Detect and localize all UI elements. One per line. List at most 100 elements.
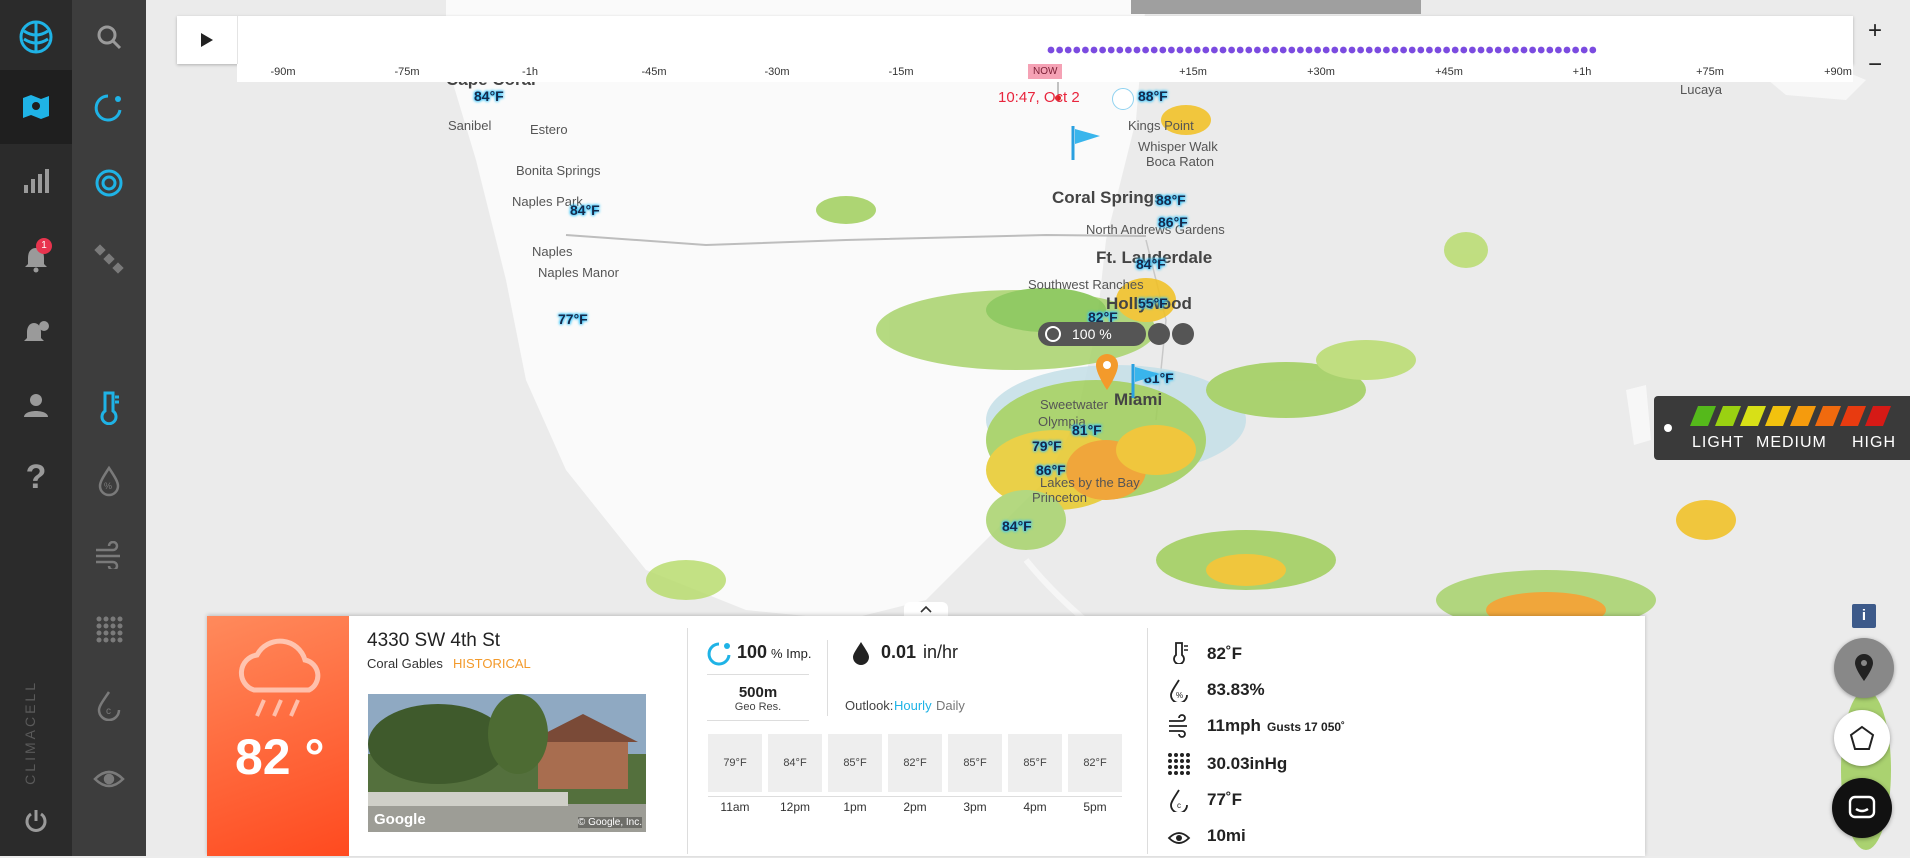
legend-medium-label: MEDIUM bbox=[1756, 434, 1827, 451]
hourly-time-label: 2pm bbox=[903, 800, 927, 814]
zoom-in-button[interactable]: + bbox=[1860, 16, 1890, 46]
temperature-label: 88°F bbox=[1138, 88, 1168, 104]
zoom-out-button[interactable]: − bbox=[1860, 50, 1890, 80]
stat-wind: 11mph bbox=[1207, 716, 1261, 735]
forecast-dot bbox=[1082, 46, 1089, 54]
notification-count-badge: 1 bbox=[36, 238, 52, 254]
alert-rules-icon[interactable] bbox=[0, 296, 72, 370]
legend-color-ramp bbox=[1690, 406, 1891, 426]
geo-res-label: Geo Res. bbox=[734, 701, 782, 713]
address-title: 4330 SW 4th St bbox=[367, 630, 501, 651]
search-icon[interactable] bbox=[72, 0, 146, 74]
hourly-temp-box: 82°F bbox=[888, 734, 942, 792]
forecast-dot bbox=[1469, 46, 1476, 54]
hourly-temp-box: 79°F bbox=[708, 734, 762, 792]
geo-res-divider bbox=[707, 720, 809, 721]
temperature-label: 77°F bbox=[558, 311, 588, 327]
forecast-dot bbox=[1219, 46, 1227, 54]
legend-swatch bbox=[1765, 406, 1791, 426]
info-button[interactable]: i bbox=[1852, 604, 1876, 628]
photo-copyright: © Google, Inc. bbox=[577, 817, 642, 828]
forecast-dot bbox=[1357, 46, 1364, 54]
forecast-dot bbox=[1374, 46, 1382, 54]
my-location-button[interactable] bbox=[1834, 638, 1894, 698]
wind-layer-icon[interactable] bbox=[72, 518, 146, 592]
panel-toggle[interactable] bbox=[904, 602, 948, 616]
alert-bell-icon[interactable] bbox=[1148, 323, 1170, 345]
hourly-time-label: 12pm bbox=[779, 800, 811, 814]
timeline-tick: +1h bbox=[1572, 66, 1592, 78]
timeline-tick: +15m bbox=[1179, 66, 1207, 78]
temperature-label: 84°F bbox=[570, 202, 600, 218]
pressure-layer-icon[interactable] bbox=[72, 592, 146, 666]
forecast-dot bbox=[1297, 46, 1304, 54]
climacell-logo-icon[interactable] bbox=[0, 0, 72, 74]
place-label: North Andrews Gardens bbox=[1086, 222, 1225, 237]
forecast-dot bbox=[1589, 46, 1597, 54]
polygon-icon bbox=[1849, 725, 1875, 750]
street-view-photo[interactable]: Google © Google, Inc. bbox=[368, 694, 646, 832]
humidity-icon: % bbox=[1170, 679, 1188, 702]
forecast-dot bbox=[1434, 46, 1442, 54]
city-name: Coral Gables bbox=[367, 656, 443, 671]
notifications-icon[interactable]: 1 bbox=[0, 222, 72, 296]
forecast-dot bbox=[1228, 46, 1235, 54]
flag-marker-icon[interactable] bbox=[1070, 124, 1104, 162]
place-label: Lucaya bbox=[1680, 82, 1722, 97]
chat-icon bbox=[1848, 795, 1876, 819]
hourly-temp-box: 82°F bbox=[1068, 734, 1122, 792]
help-icon[interactable]: ? bbox=[0, 440, 72, 514]
satellite-layer-icon[interactable] bbox=[72, 222, 146, 296]
wind-icon bbox=[1169, 714, 1187, 738]
humidity-layer-icon[interactable]: % bbox=[72, 444, 146, 518]
precipitation-layer-icon[interactable] bbox=[72, 70, 146, 144]
draw-polygon-button[interactable] bbox=[1834, 710, 1890, 766]
historical-label: HISTORICAL bbox=[453, 656, 531, 671]
forecast-dot bbox=[1211, 46, 1218, 54]
current-temperature: 82 ° bbox=[235, 729, 325, 785]
impact-value: 100 bbox=[737, 642, 768, 662]
flag-toggle-icon[interactable] bbox=[1172, 323, 1194, 345]
forecast-dot bbox=[1099, 46, 1106, 54]
dew-point-layer-icon[interactable]: c bbox=[72, 668, 146, 742]
calendar-icon[interactable] bbox=[1112, 88, 1134, 110]
forecast-dot bbox=[1254, 46, 1261, 54]
now-time: 10:47, Oct 2 bbox=[998, 89, 1080, 106]
brand-wordmark: CLIMACELL bbox=[22, 680, 38, 785]
chat-support-button[interactable] bbox=[1832, 778, 1892, 838]
timeline-bar[interactable] bbox=[177, 16, 1853, 64]
power-logout-icon[interactable] bbox=[0, 784, 72, 858]
outlook-daily-tab[interactable]: Daily bbox=[936, 698, 965, 713]
forecast-dot bbox=[1365, 46, 1373, 54]
analytics-icon[interactable] bbox=[0, 144, 72, 218]
forecast-dot bbox=[1580, 46, 1588, 54]
map-view-icon[interactable] bbox=[0, 70, 72, 144]
outlook-hourly-tab[interactable]: Hourly bbox=[894, 698, 932, 713]
location-pin-icon[interactable] bbox=[1094, 352, 1120, 392]
precip-value: 0.01 bbox=[881, 642, 917, 662]
now-tag[interactable]: NOW bbox=[1028, 64, 1063, 79]
place-label: Sanibel bbox=[448, 118, 492, 133]
chevron-up-icon bbox=[920, 605, 932, 613]
forecast-dot bbox=[1537, 46, 1545, 54]
radar-opacity-control[interactable]: 100 % bbox=[1038, 322, 1146, 346]
temperature-layer-icon[interactable] bbox=[72, 370, 146, 444]
weather-hero: 82 ° bbox=[207, 616, 349, 856]
forecast-dots bbox=[1047, 46, 1597, 54]
forecast-dot bbox=[1185, 46, 1192, 54]
forecast-dot bbox=[1503, 46, 1511, 54]
forecast-dot bbox=[1305, 46, 1313, 54]
hourly-time-label: 11am bbox=[720, 800, 750, 814]
place-label: Kings Point bbox=[1128, 118, 1194, 133]
visibility-layer-icon[interactable] bbox=[72, 742, 146, 816]
metric-divider bbox=[827, 640, 828, 716]
radar-opacity-value: 100 % bbox=[1072, 326, 1112, 342]
forecast-dot bbox=[1288, 46, 1296, 54]
forecast-dot bbox=[1494, 46, 1502, 54]
stat-humidity: 83.83% bbox=[1207, 680, 1265, 699]
play-button[interactable] bbox=[177, 16, 237, 64]
radar-layer-icon[interactable] bbox=[72, 146, 146, 220]
user-profile-icon[interactable] bbox=[0, 368, 72, 442]
flag-marker-icon[interactable] bbox=[1130, 362, 1164, 400]
hourly-time-label: 4pm bbox=[1023, 800, 1047, 814]
